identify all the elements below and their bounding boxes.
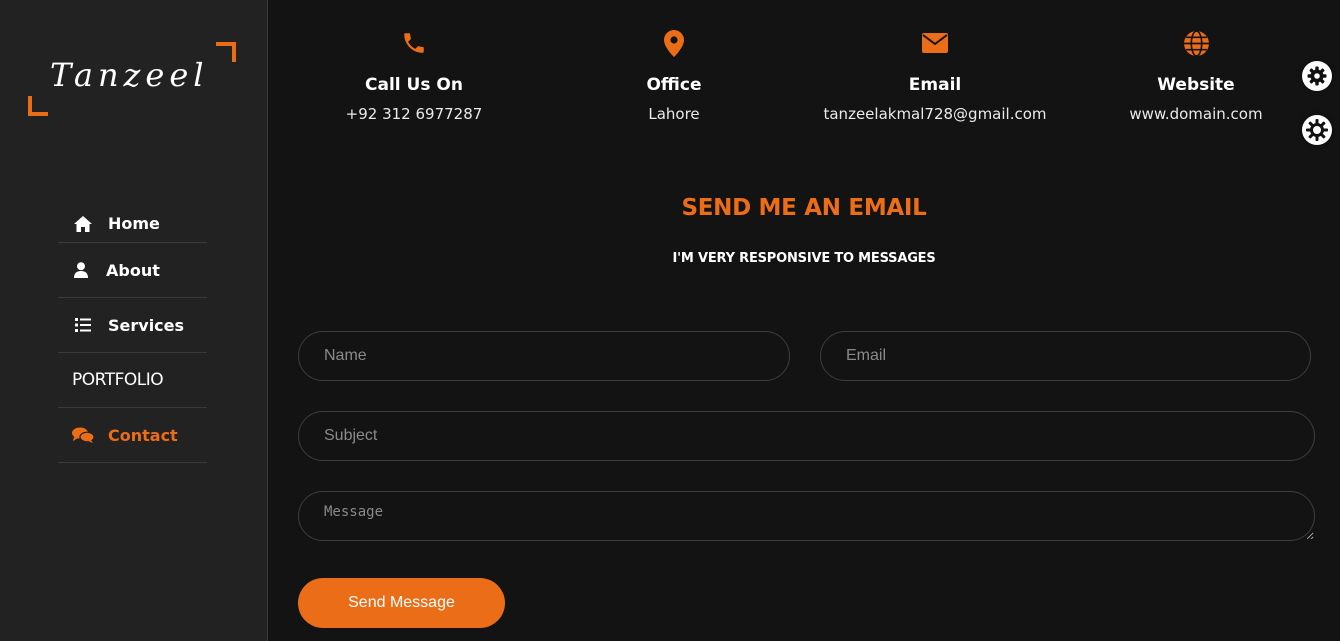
nav-label-about: About [106,260,160,280]
contact-info-title: Website [1157,75,1235,95]
contact-info-title: Office [646,75,702,95]
contact-info-phone: Call Us On +92 312 6977287 [284,28,544,123]
form-subheading: I'M VERY RESPONSIVE TO MESSAGES [672,251,936,266]
home-icon [72,215,94,232]
contact-info-website: Website www.domain.com [1066,28,1326,123]
contact-info-office: Office Lahore [544,28,804,123]
sidebar: Tanzeel Home About Services PORTFOLIO Co… [0,0,268,641]
logo-corner-bottom-left [28,96,48,116]
logo-text: Tanzeel [50,56,209,94]
nav-item-services[interactable]: Services [58,298,207,353]
chat-icon [72,427,94,443]
contact-info-value: www.domain.com [1129,105,1263,123]
nav-item-about[interactable]: About [58,243,207,298]
contact-info-value: Lahore [648,105,700,123]
user-icon [72,262,90,278]
nav-item-home[interactable]: Home [58,205,207,243]
send-message-button[interactable]: Send Message [298,578,505,628]
contact-info-value: tanzeelakmal728@gmail.com [823,105,1047,123]
envelope-icon [805,28,1065,58]
nav-label-home: Home [108,214,160,233]
settings-button[interactable] [1302,61,1332,91]
globe-icon [1066,28,1326,58]
location-pin-icon [544,28,804,58]
list-icon [72,318,94,332]
message-field[interactable] [298,491,1315,541]
theme-button[interactable] [1302,115,1332,145]
nav-label-services: Services [108,315,185,335]
form-heading: SEND ME AN EMAIL [681,195,927,221]
sun-gear-icon [1306,119,1328,141]
logo[interactable]: Tanzeel [28,42,238,116]
contact-info-title: Call Us On [365,75,463,95]
nav-item-portfolio[interactable]: PORTFOLIO [58,353,207,408]
gear-icon [1307,66,1327,86]
contact-info-value: +92 312 6977287 [345,105,483,123]
email-field[interactable] [820,331,1311,381]
phone-icon [284,28,544,58]
nav-label-contact: Contact [108,425,178,445]
contact-info-title: Email [908,75,962,95]
main-nav: Home About Services PORTFOLIO Contact [58,205,207,463]
name-field[interactable] [298,331,790,381]
nav-item-contact[interactable]: Contact [58,408,207,463]
subject-field[interactable] [298,411,1315,461]
contact-info-email: Email tanzeelakmal728@gmail.com [805,28,1065,123]
nav-label-portfolio: PORTFOLIO [72,370,164,390]
logo-corner-top-right [216,42,236,62]
